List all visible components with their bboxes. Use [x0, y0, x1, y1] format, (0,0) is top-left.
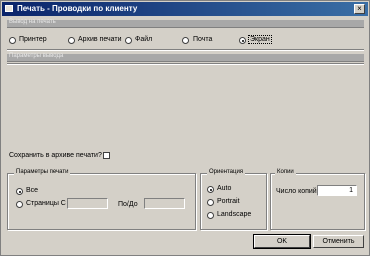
- copies-legend: Копии: [275, 169, 296, 175]
- output-section-title: Вывод на печать: [9, 19, 56, 25]
- radio-orientation-portrait[interactable]: [207, 199, 214, 206]
- radio-mail-label: Почта: [193, 36, 213, 43]
- copies-group: Копии: [270, 169, 365, 230]
- options-section-title: Параметры вывода: [9, 53, 64, 59]
- divider: [7, 63, 364, 65]
- orientation-legend: Ориентация: [207, 169, 246, 175]
- save-archive-checkbox[interactable]: [103, 152, 110, 159]
- radio-orientation-landscape[interactable]: [207, 212, 214, 219]
- cancel-button[interactable]: Отменить: [313, 235, 364, 248]
- copies-label: Число копий: [276, 188, 317, 195]
- radio-page-range[interactable]: [16, 201, 23, 208]
- print-dialog: Печать - Проводки по клиенту × Вывод на …: [0, 0, 370, 256]
- radio-file[interactable]: [125, 37, 132, 44]
- radio-mail[interactable]: [182, 37, 189, 44]
- close-button[interactable]: ×: [354, 4, 365, 14]
- radio-all-pages[interactable]: [16, 188, 23, 195]
- page-to-label: По/До: [118, 201, 138, 208]
- radio-page-range-label: Страницы С: [26, 200, 66, 207]
- radio-file-label: Файл: [135, 36, 153, 43]
- print-params-legend: Параметры печати: [14, 169, 71, 175]
- output-section-header: Вывод на печать: [7, 19, 364, 28]
- ok-button[interactable]: OK: [253, 234, 311, 249]
- radio-printer-label: Принтер: [19, 36, 47, 43]
- radio-print-archive-label: Архив печати: [78, 36, 122, 43]
- radio-all-pages-label: Все: [26, 187, 39, 194]
- radio-orientation-auto[interactable]: [207, 186, 214, 193]
- copies-input[interactable]: 1: [317, 185, 357, 196]
- radio-orientation-auto-label: Auto: [217, 185, 232, 192]
- window-title: Печать - Проводки по клиенту: [17, 4, 138, 13]
- save-archive-label: Сохранить в архиве печати?: [9, 152, 102, 159]
- divider: [7, 49, 364, 51]
- radio-print-archive[interactable]: [68, 37, 75, 44]
- page-from-input[interactable]: [67, 198, 108, 209]
- options-section-header: Параметры вывода: [7, 53, 364, 62]
- radio-orientation-landscape-label: Landscape: [217, 211, 252, 218]
- page-to-input[interactable]: [144, 198, 185, 209]
- radio-screen-label: Экран: [248, 35, 272, 44]
- radio-orientation-portrait-label: Portrait: [217, 198, 240, 205]
- radio-screen[interactable]: [239, 37, 246, 44]
- printer-icon: [5, 5, 13, 12]
- radio-printer[interactable]: [9, 37, 16, 44]
- title-bar: Печать - Проводки по клиенту ×: [2, 2, 368, 16]
